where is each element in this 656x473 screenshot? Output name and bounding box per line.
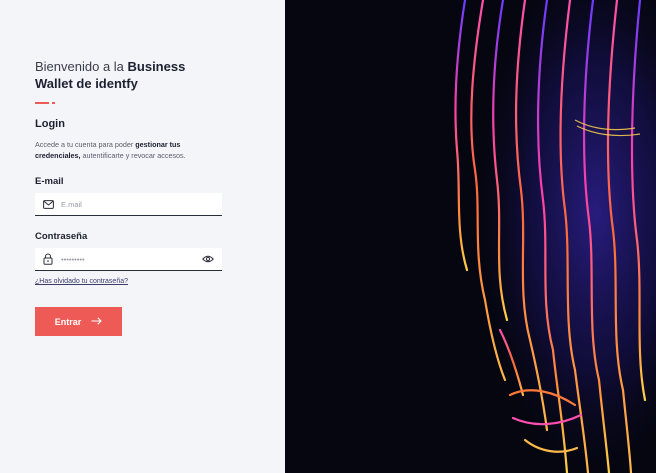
accent-divider: [35, 102, 55, 104]
neon-face-illustration: [285, 0, 656, 473]
lock-icon: [35, 253, 61, 265]
arrow-right-icon: [91, 316, 103, 327]
email-placeholder: E.mail: [61, 199, 82, 209]
forgot-password-link[interactable]: ¿Has olvidado tu contraseña?: [35, 278, 128, 285]
login-panel: Bienvenido a la Business Wallet de ident…: [0, 0, 285, 473]
password-label: Contraseña: [35, 231, 88, 242]
eye-icon[interactable]: [194, 255, 222, 263]
login-description: Accede a tu cuenta para poder gestionar …: [35, 140, 186, 160]
login-title: Login: [35, 118, 65, 130]
hero-image: [285, 0, 656, 473]
email-label: E-mail: [35, 176, 64, 187]
password-field[interactable]: •••••••••: [35, 248, 222, 271]
welcome-heading: Bienvenido a la Business Wallet de ident…: [35, 59, 186, 91]
mail-icon: [35, 199, 61, 209]
submit-button[interactable]: Entrar: [35, 307, 122, 336]
email-field[interactable]: E.mail: [35, 193, 222, 216]
password-masked-value: •••••••••: [61, 254, 85, 264]
submit-label: Entrar: [54, 316, 82, 327]
